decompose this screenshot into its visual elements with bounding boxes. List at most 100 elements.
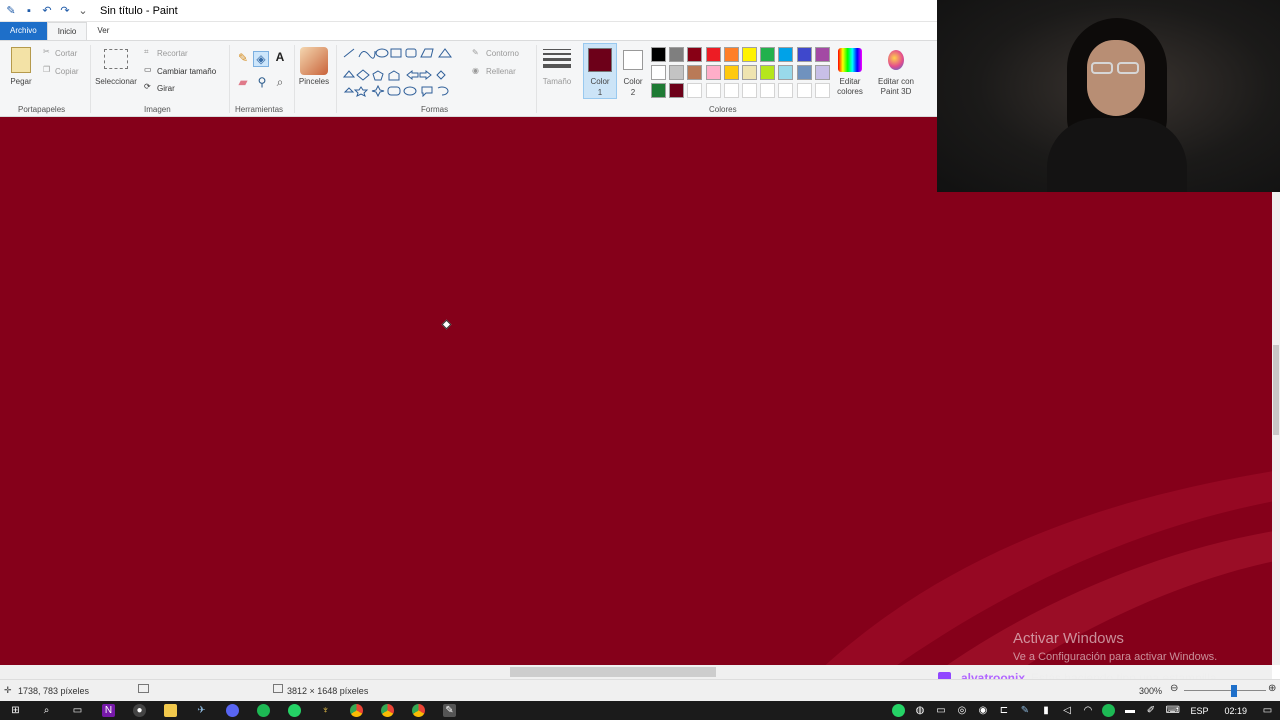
rotate-button[interactable]: Girar (157, 84, 175, 93)
clock[interactable]: 02:19 (1224, 706, 1247, 716)
palette-swatch[interactable] (687, 65, 703, 80)
usb-icon[interactable]: ⊏ (997, 704, 1010, 717)
chrome-icon-3[interactable] (412, 704, 425, 717)
chrome-icon-2[interactable] (381, 704, 394, 717)
palette-swatch[interactable] (760, 47, 776, 62)
zoom-out-button[interactable]: ⊖ (1170, 683, 1178, 694)
zoom-slider-thumb[interactable] (1231, 685, 1237, 697)
palette-swatch[interactable] (687, 83, 703, 98)
palette-swatch[interactable] (742, 65, 757, 80)
steam-tray-icon[interactable]: ◉ (976, 704, 989, 717)
volume-icon[interactable]: ◁ (1060, 704, 1073, 717)
discord-tray-icon[interactable]: ◍ (913, 704, 926, 717)
palette-swatch[interactable] (760, 65, 776, 80)
palette-swatch[interactable] (669, 47, 685, 62)
search-icon[interactable]: ⌕ (40, 704, 53, 717)
undo-icon[interactable]: ↶ (40, 4, 54, 18)
shapes-gallery[interactable] (341, 47, 459, 97)
palette-swatch[interactable] (651, 47, 666, 62)
wifi-icon[interactable]: ◠ (1081, 704, 1094, 717)
battery-icon[interactable]: ▭ (934, 704, 947, 717)
outline-icon[interactable]: ✎ (472, 48, 479, 57)
whatsapp-tray-icon[interactable] (892, 704, 906, 717)
palette-swatch[interactable] (796, 83, 812, 98)
windows-start-icon[interactable]: ⊞ (9, 704, 22, 717)
palette-swatch[interactable] (814, 47, 830, 62)
palette-swatch[interactable] (778, 65, 794, 80)
notifications-icon[interactable]: ▭ (1261, 704, 1274, 717)
task-view-icon[interactable]: ▭ (71, 704, 84, 717)
palette-swatch[interactable] (742, 83, 757, 98)
rotate-icon[interactable]: ⟳ (144, 82, 151, 91)
palette-swatch[interactable] (778, 47, 794, 62)
fill-button[interactable]: Rellenar (486, 67, 516, 76)
tray-pen-icon[interactable]: ✐ (1144, 704, 1157, 717)
resize-icon[interactable]: ▭ (144, 65, 152, 74)
palette-swatch[interactable] (723, 65, 739, 80)
tab-inicio[interactable]: Inicio (46, 22, 88, 40)
paste-icon[interactable] (11, 47, 31, 73)
paint-icon[interactable]: ✎ (443, 704, 456, 717)
zoom-in-button[interactable]: ⊕ (1268, 683, 1276, 694)
language-indicator[interactable]: ESP (1190, 706, 1208, 716)
fill-icon[interactable]: ◉ (472, 66, 479, 75)
crop-button[interactable]: Recortar (157, 49, 188, 58)
tab-ver[interactable]: Ver (87, 22, 119, 40)
pen-icon[interactable]: ✎ (1018, 704, 1031, 717)
vertical-scroll-thumb[interactable] (1273, 345, 1279, 435)
eraser-icon[interactable]: ▰ (236, 75, 250, 89)
fill-bucket-icon[interactable]: ◈ (253, 51, 269, 67)
onenote-icon[interactable]: N (102, 704, 115, 717)
file-explorer-icon[interactable] (164, 704, 177, 717)
redo-icon[interactable]: ↷ (58, 4, 72, 18)
brushes-button[interactable]: Pinceles (296, 77, 332, 86)
keyboard-icon[interactable]: ⌨ (1165, 704, 1179, 717)
color2-swatch[interactable] (623, 50, 643, 70)
zoom-slider[interactable] (1184, 690, 1266, 691)
spotify-icon[interactable] (257, 704, 270, 717)
palette-swatch[interactable] (760, 83, 776, 98)
palette-swatch[interactable] (705, 47, 721, 62)
resize-button[interactable]: Cambiar tamaño (157, 67, 216, 76)
palette-swatch[interactable] (651, 65, 666, 80)
paste-button[interactable]: Pegar (6, 77, 36, 86)
palette-swatch[interactable] (705, 65, 721, 80)
palette-swatch[interactable] (723, 83, 739, 98)
horizontal-scroll-thumb[interactable] (510, 667, 716, 677)
edit-colors-icon[interactable] (838, 48, 862, 72)
customize-quick-access-icon[interactable]: ⌄ (76, 4, 90, 18)
edit-with-paint3d-button[interactable]: Editar con Paint 3D (870, 77, 922, 97)
palette-swatch[interactable] (723, 47, 739, 62)
palette-swatch[interactable] (651, 83, 666, 98)
edit-colors-button[interactable]: Editar colores (831, 77, 869, 97)
network-icon[interactable]: ▬ (1123, 704, 1136, 717)
palette-swatch[interactable] (687, 47, 703, 62)
palette-swatch[interactable] (814, 83, 830, 98)
whatsapp-icon[interactable] (288, 704, 301, 717)
mic-icon[interactable]: ▮ (1039, 704, 1052, 717)
palette-swatch[interactable] (742, 47, 757, 62)
palette-swatch[interactable] (669, 65, 685, 80)
size-icon[interactable] (543, 49, 571, 68)
save-icon[interactable]: ▪ (22, 4, 36, 18)
outline-button[interactable]: Contorno (486, 49, 519, 58)
chrome-icon[interactable] (350, 704, 363, 717)
vpn-icon[interactable]: ♆ (319, 704, 332, 717)
cut-button[interactable]: Cortar (55, 49, 77, 58)
obs-icon[interactable]: ● (133, 704, 146, 717)
select-button[interactable]: Seleccionar (92, 77, 140, 86)
discord-icon[interactable] (226, 704, 239, 717)
paint3d-icon[interactable] (888, 50, 904, 70)
palette-swatch[interactable] (814, 65, 830, 80)
brushes-icon[interactable] (300, 47, 328, 75)
magnifier-icon[interactable]: ⌕ (273, 75, 287, 89)
palette-swatch[interactable] (705, 83, 721, 98)
pencil-icon[interactable]: ✎ (236, 51, 250, 65)
steam-icon[interactable]: ✈ (195, 704, 208, 717)
cut-icon[interactable]: ✂ (43, 47, 50, 56)
palette-swatch[interactable] (778, 83, 794, 98)
palette-swatch[interactable] (796, 65, 812, 80)
select-icon[interactable] (104, 49, 128, 69)
color-picker-icon[interactable]: ⚲ (255, 75, 269, 89)
crop-icon[interactable]: ⌗ (144, 47, 149, 57)
